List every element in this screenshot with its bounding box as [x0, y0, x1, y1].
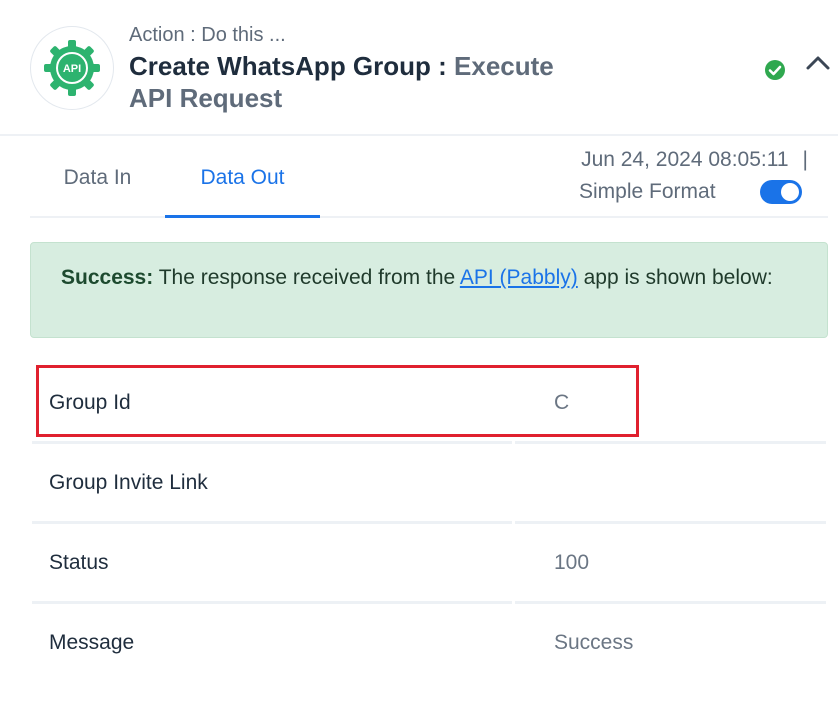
response-timestamp: Jun 24, 2024 08:05:11 | — [581, 148, 808, 172]
chevron-up-icon[interactable] — [805, 54, 831, 72]
app-icon: API — [30, 26, 114, 110]
highlight-box — [36, 365, 639, 437]
toggle-knob — [781, 183, 799, 201]
table-row: Status 100 — [32, 524, 826, 604]
step-header: API Action : Do this ... Create WhatsApp… — [0, 0, 838, 136]
alert-strong: Success: — [61, 266, 154, 289]
api-gear-icon: API — [44, 40, 100, 96]
row-label: Group Invite Link — [49, 471, 208, 494]
api-icon-text: API — [63, 63, 81, 75]
data-tabs: Data In Data Out Jun 24, 2024 08:05:11 | … — [30, 140, 828, 218]
row-label: Message — [49, 631, 135, 654]
step-title-main: Create WhatsApp Group : — [129, 51, 455, 81]
row-value: 100 — [554, 551, 590, 574]
simple-format-label: Simple Format — [579, 180, 716, 203]
success-alert: Success: The response received from the … — [30, 242, 828, 338]
alert-text-before: The response received from the — [153, 266, 460, 289]
row-value: Success — [554, 631, 634, 654]
table-row: Group Invite Link — [32, 444, 826, 524]
separator: | — [802, 148, 808, 171]
timestamp-text: Jun 24, 2024 08:05:11 — [581, 148, 789, 171]
step-title: Create WhatsApp Group : Execute API Requ… — [129, 50, 599, 114]
action-label: Action : Do this ... — [129, 24, 286, 46]
alert-text-after: app is shown below: — [577, 266, 773, 289]
api-pabbly-link[interactable]: API (Pabbly) — [460, 266, 578, 289]
simple-format-toggle[interactable] — [760, 180, 802, 204]
row-label: Status — [49, 551, 109, 574]
table-row: Message Success — [32, 604, 826, 684]
tab-data-out[interactable]: Data Out — [165, 140, 320, 218]
tab-data-in[interactable]: Data In — [30, 140, 165, 218]
check-circle-icon — [765, 60, 785, 80]
